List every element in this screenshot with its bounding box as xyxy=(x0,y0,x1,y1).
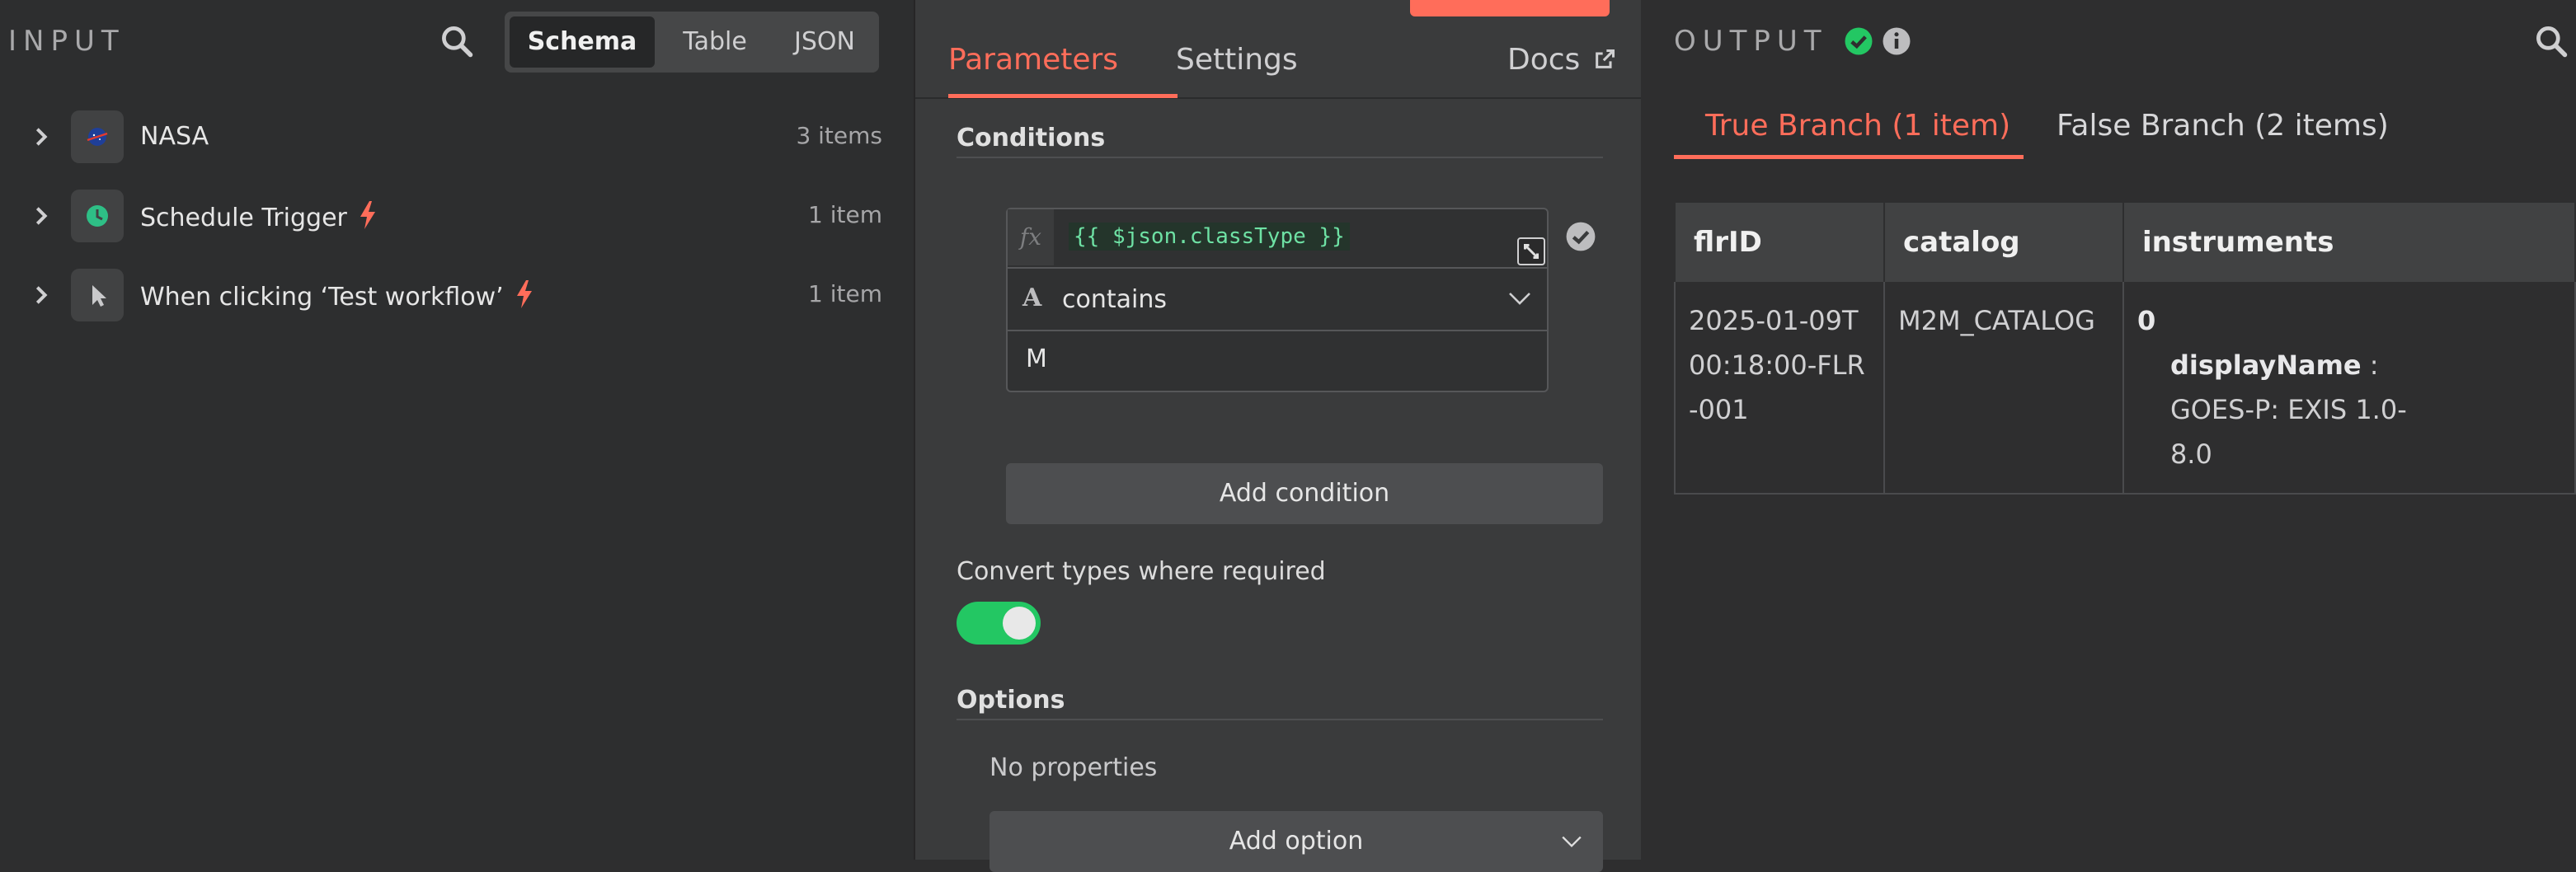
view-tab-json[interactable]: JSON xyxy=(773,16,876,68)
operator-value: contains xyxy=(1062,285,1167,314)
json-separator: : xyxy=(2361,349,2379,381)
trigger-bolt-icon xyxy=(516,280,532,308)
chevron-down-icon xyxy=(1562,836,1582,848)
input-node-count: 1 item xyxy=(808,201,882,228)
node-parameters-panel: Parameters Settings Docs Conditions fx {… xyxy=(914,0,1643,872)
external-link-icon xyxy=(1595,49,1615,68)
nasa-logo-icon xyxy=(71,110,124,163)
view-tab-schema[interactable]: Schema xyxy=(510,16,655,68)
chevron-right-icon[interactable] xyxy=(30,204,53,227)
active-branch-indicator xyxy=(1674,155,2024,159)
left-value-expression[interactable]: {{ $json.classType }} xyxy=(1069,223,1350,251)
docs-link[interactable]: Docs xyxy=(1507,43,1616,77)
input-node-name: NASA xyxy=(140,122,209,151)
column-header: flrID xyxy=(1674,201,1885,282)
tab-true-branch[interactable]: True Branch (1 item) xyxy=(1705,109,2010,143)
view-tab-table[interactable]: Table xyxy=(658,16,772,68)
cell-catalog: M2M_CATALOG xyxy=(1883,282,2124,495)
condition-check-icon xyxy=(1566,222,1596,251)
add-option-button[interactable]: Add option xyxy=(990,811,1603,872)
input-node-name-wrap: When clicking ‘Test workflow’ xyxy=(140,280,534,312)
input-node-count: 3 items xyxy=(796,122,882,149)
json-key: displayName xyxy=(2169,349,2362,381)
input-title: INPUT xyxy=(8,25,125,58)
cursor-icon xyxy=(71,269,124,321)
column-header: instruments xyxy=(2122,201,2576,282)
clock-icon xyxy=(71,190,124,242)
view-switcher: Schema Table JSON xyxy=(505,12,879,73)
table-header-row: flrID catalog instruments xyxy=(1674,201,2576,282)
right-value-input[interactable]: M xyxy=(1026,345,1047,373)
info-icon[interactable] xyxy=(1882,26,1911,56)
test-step-button[interactable] xyxy=(1410,0,1610,16)
add-option-label: Add option xyxy=(1229,827,1364,856)
chevron-down-icon xyxy=(1509,293,1530,305)
cell-flrid: 2025-01-09T00:18:00-FLR-001 xyxy=(1674,282,1885,495)
array-index: 0 xyxy=(2136,305,2156,336)
tab-false-branch[interactable]: False Branch (2 items) xyxy=(2057,109,2389,143)
search-icon[interactable] xyxy=(439,23,475,59)
success-check-icon xyxy=(1845,27,1873,55)
convert-types-toggle[interactable] xyxy=(957,602,1041,645)
expression-fx-icon: fx xyxy=(1008,209,1054,265)
flrid-value: 2025-01-09T00:18:00-FLR-001 xyxy=(1689,305,1865,425)
add-condition-button[interactable]: Add condition xyxy=(1006,463,1603,524)
tab-parameters[interactable]: Parameters xyxy=(948,43,1118,77)
column-header: catalog xyxy=(1883,201,2124,282)
chevron-right-icon[interactable] xyxy=(30,284,53,307)
operator-select[interactable]: A contains xyxy=(1008,267,1547,331)
input-panel: INPUT Schema Table JSON NASA 3 items Sch… xyxy=(0,0,914,860)
input-node-row[interactable]: When clicking ‘Test workflow’ 1 item xyxy=(0,262,882,328)
section-divider xyxy=(957,157,1603,158)
string-type-icon: A xyxy=(1022,284,1042,312)
output-title: OUTPUT xyxy=(1674,25,1828,58)
json-value: GOES-P: EXIS 1.0-8.0 xyxy=(2169,394,2407,470)
chevron-right-icon[interactable] xyxy=(30,125,53,148)
input-node-name-wrap: Schedule Trigger xyxy=(140,201,377,232)
input-node-row[interactable]: NASA 3 items xyxy=(0,104,882,170)
input-node-name: When clicking ‘Test workflow’ xyxy=(140,283,504,312)
output-panel: OUTPUT True Branch (1 item) False Branch… xyxy=(1641,0,2576,860)
convert-types-label: Convert types where required xyxy=(957,557,1326,586)
json-entry: displayName : GOES-P: EXIS 1.0-8.0 xyxy=(2137,343,2561,476)
docs-link-label: Docs xyxy=(1507,43,1581,77)
tab-settings[interactable]: Settings xyxy=(1176,43,1298,77)
output-table: flrID catalog instruments 2025-01-09T00:… xyxy=(1674,201,2576,495)
table-row: 2025-01-09T00:18:00-FLR-001 M2M_CATALOG … xyxy=(1674,282,2576,495)
cell-instruments: 0 displayName : GOES-P: EXIS 1.0-8.0 xyxy=(2122,282,2576,495)
no-properties-text: No properties xyxy=(990,753,1158,782)
search-icon[interactable] xyxy=(2533,23,2569,59)
trigger-bolt-icon xyxy=(360,201,375,229)
active-tab-indicator xyxy=(948,94,1178,98)
options-title: Options xyxy=(957,686,1065,715)
input-node-row[interactable]: Schedule Trigger 1 item xyxy=(0,183,882,249)
input-node-count: 1 item xyxy=(808,280,882,307)
expand-editor-icon[interactable] xyxy=(1517,237,1545,265)
input-node-name: Schedule Trigger xyxy=(140,204,347,232)
toggle-knob xyxy=(1003,607,1036,640)
section-divider xyxy=(957,719,1603,720)
condition-editor: fx {{ $json.classType }} A contains M xyxy=(1006,208,1549,392)
conditions-title: Conditions xyxy=(957,124,1106,152)
